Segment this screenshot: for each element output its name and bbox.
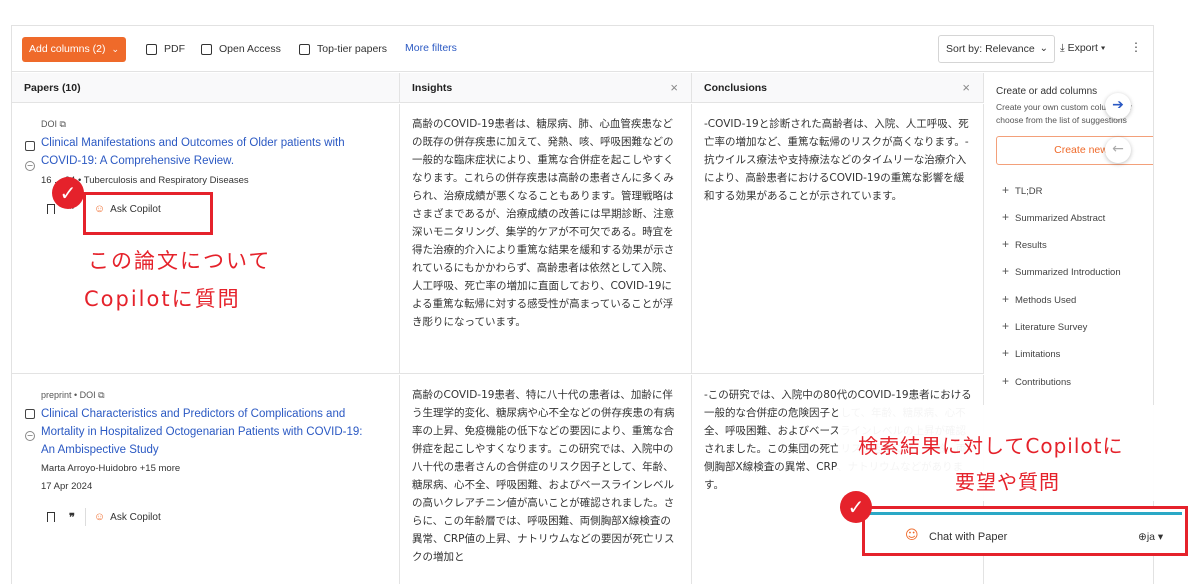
close-icon[interactable]: × — [962, 73, 970, 103]
checkmark-icon: ✓ — [52, 177, 84, 209]
sort-select[interactable]: Sort by: Relevance ⌄ — [938, 35, 1055, 63]
filter-open-access-label: Open Access — [219, 43, 281, 55]
results-toolbar: Add columns (2) ⌄ PDF Open Access Top-ti… — [12, 26, 1153, 72]
table-row: DOI ⧉ − Clinical Manifestations and Outc… — [12, 104, 400, 374]
close-icon[interactable]: × — [670, 73, 678, 103]
paper-title-link[interactable]: Clinical Manifestations and Outcomes of … — [41, 134, 391, 170]
paper-source: DOI ⧉ — [41, 119, 66, 129]
column-header-conclusions: Conclusions × — [692, 73, 984, 103]
caret-down-icon: ▾ — [1100, 42, 1106, 54]
plus-icon: + — [1002, 183, 1010, 197]
expand-icon[interactable]: − — [25, 431, 35, 441]
arrow-right-icon[interactable]: ➔ — [1105, 93, 1131, 119]
bookmark-icon[interactable] — [47, 512, 55, 522]
export-label: Export — [1067, 42, 1098, 54]
bookmark-icon[interactable] — [47, 204, 55, 214]
column-header-papers: Papers (10) — [12, 73, 400, 103]
column-header-conclusions-label: Conclusions — [704, 82, 768, 94]
suggestion-item[interactable]: + Summarized Abstract — [1002, 210, 1105, 224]
insight-cell: 高齢のCOVID-19患者、特に八十代の患者は、加齢に伴う生理学的変化、糖尿病や… — [400, 375, 692, 584]
chevron-down-icon: ⌄ — [111, 44, 119, 54]
panel-title: Create or add columns — [996, 86, 1098, 97]
checkmark-icon: ✓ — [840, 491, 872, 523]
filter-pdf[interactable]: PDF — [146, 42, 185, 56]
annotation-text: 要望や質問 — [955, 470, 1060, 494]
paper-authors: Marta Arroyo-Huidobro +15 more — [41, 463, 180, 474]
annotation-text: この論文について — [88, 249, 272, 273]
column-header-insights: Insights × — [400, 73, 692, 103]
suggestion-item[interactable]: + Methods Used — [1002, 292, 1076, 306]
ask-copilot-button[interactable]: Ask Copilot — [110, 512, 161, 523]
suggestion-item[interactable]: + Contributions — [1002, 374, 1071, 388]
suggestion-item[interactable]: + Summarized Introduction — [1002, 264, 1121, 278]
plus-icon: + — [1002, 292, 1010, 306]
plus-icon: + — [1002, 374, 1010, 388]
copilot-icon: ☺ — [93, 511, 106, 523]
plus-icon: + — [1002, 319, 1010, 333]
paper-actions: ❞ ☺ Ask Copilot — [47, 508, 161, 526]
column-header-papers-label: Papers (10) — [24, 82, 81, 94]
filter-open-access[interactable]: Open Access — [201, 42, 281, 56]
suggestion-item[interactable]: + TL;DR — [1002, 183, 1042, 197]
filter-top-tier-label: Top-tier papers — [317, 43, 388, 55]
arrow-left-icon[interactable]: ← — [1105, 137, 1131, 163]
more-authors-link[interactable]: +15 more — [140, 463, 180, 474]
author-name[interactable]: Marta Arroyo-Huidobro — [41, 463, 137, 474]
conclusion-cell: -COVID-19と診断された高齢者は、入院、人工呼吸、死亡率の増加など、重篤な… — [692, 104, 984, 374]
filter-pdf-label: PDF — [164, 43, 185, 55]
row-checkbox[interactable] — [25, 141, 35, 151]
plus-icon: + — [1002, 210, 1010, 224]
plus-icon: + — [1002, 237, 1010, 251]
download-icon: ⤓ — [1060, 42, 1065, 54]
checkbox-icon[interactable] — [201, 43, 212, 55]
checkbox-icon[interactable] — [146, 43, 157, 55]
paper-date: 17 Apr 2024 — [41, 481, 93, 492]
annotation-text: 検索結果に対してCopilotに — [858, 434, 1124, 458]
checkbox-icon[interactable] — [299, 43, 310, 55]
export-button[interactable]: ⤓ Export ▾ — [1060, 42, 1105, 55]
paper-title-link[interactable]: Clinical Characteristics and Predictors … — [41, 405, 396, 459]
chevron-down-icon: ⌄ — [1039, 43, 1048, 54]
suggestion-item[interactable]: + Results — [1002, 237, 1047, 251]
add-columns-button[interactable]: Add columns (2) ⌄ — [22, 37, 126, 62]
column-header-insights-label: Insights — [412, 82, 453, 94]
expand-icon[interactable]: − — [25, 161, 35, 171]
divider — [84, 508, 86, 526]
annotation-highlight-box — [83, 192, 213, 235]
suggestion-item[interactable]: + Literature Survey — [1002, 319, 1087, 333]
filter-top-tier[interactable]: Top-tier papers — [299, 42, 387, 56]
sort-label: Sort by: Relevance — [946, 43, 1035, 55]
cite-icon[interactable]: ❞ — [69, 511, 75, 524]
suggestion-item[interactable]: + Limitations — [1002, 346, 1060, 360]
add-columns-label: Add columns (2) — [29, 43, 106, 55]
row-checkbox[interactable] — [25, 409, 35, 419]
paper-source: preprint • DOI ⧉ — [41, 390, 105, 400]
more-options-icon[interactable]: ⋮ — [1130, 40, 1142, 54]
plus-icon: + — [1002, 346, 1010, 360]
more-filters-link[interactable]: More filters — [405, 42, 457, 54]
table-row: preprint • DOI ⧉ − Clinical Characterist… — [12, 375, 400, 584]
annotation-highlight-box — [862, 506, 1188, 556]
annotation-text: Copilotに質問 — [84, 287, 241, 311]
plus-icon: + — [1002, 264, 1010, 278]
insight-cell: 高齢のCOVID-19患者は、糖尿病、肺、心血管疾患などの既存の併存疾患に加えて… — [400, 104, 692, 374]
